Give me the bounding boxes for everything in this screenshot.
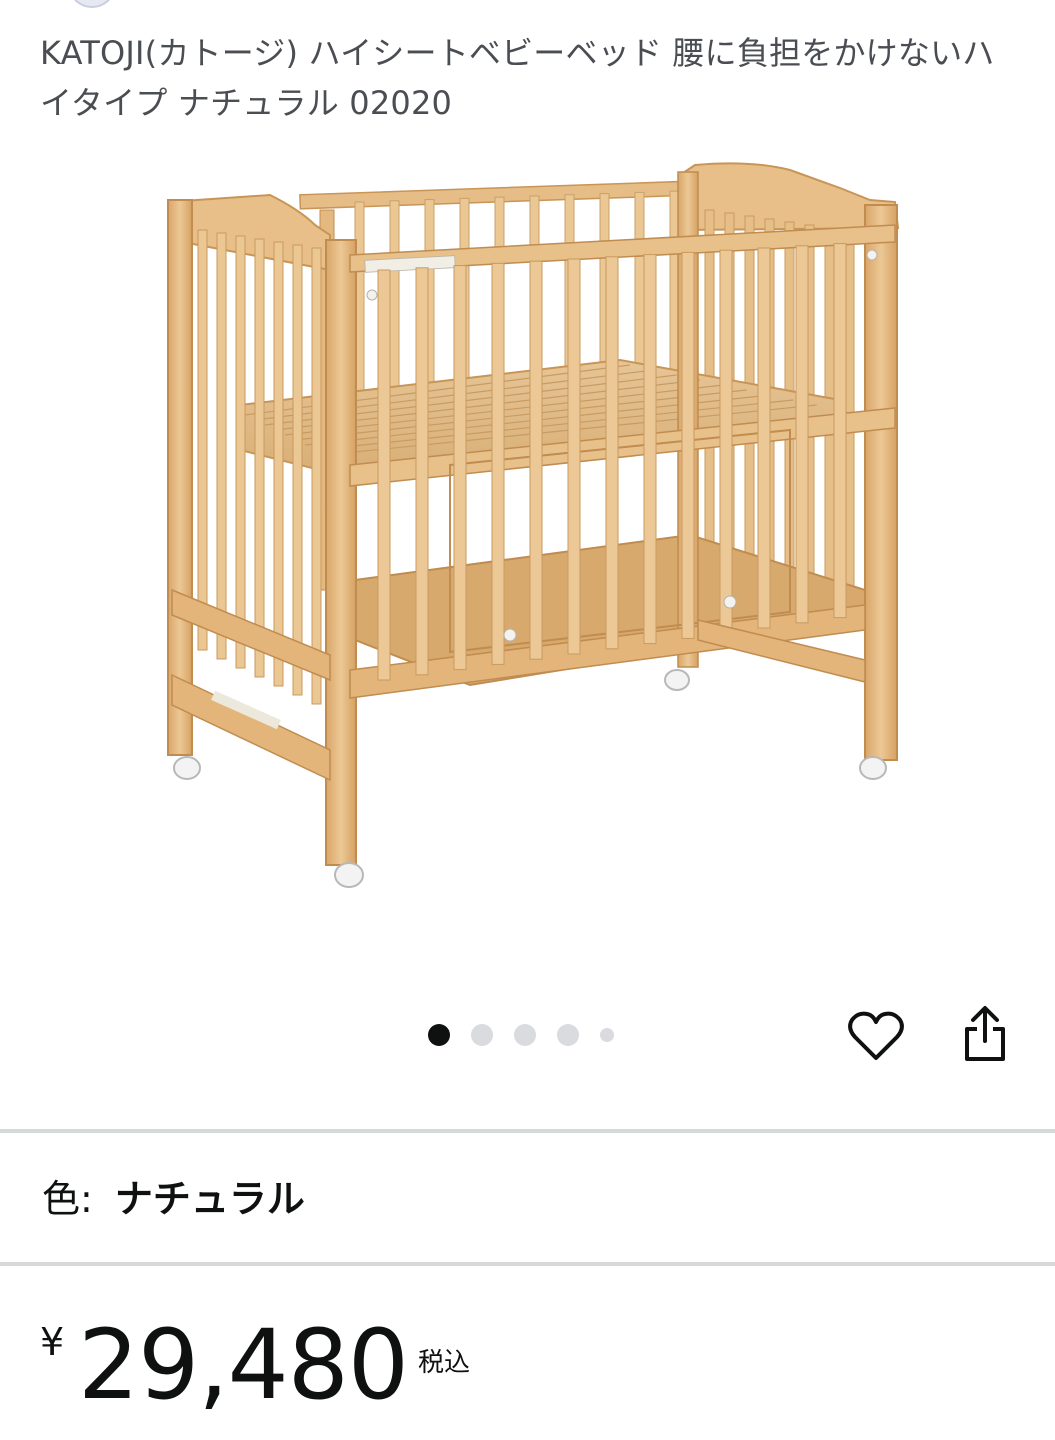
- share-upload-icon: [961, 1005, 1009, 1067]
- tax-included-note: 税込: [418, 1348, 471, 1378]
- product-page: KATOJI(カトージ) ハイシートベビーベッド 腰に負担をかけないハイタイプ …: [0, 0, 1055, 1440]
- carousel-dot[interactable]: [471, 1024, 493, 1046]
- carousel-dot[interactable]: [514, 1024, 536, 1046]
- price-currency: ¥: [40, 1320, 65, 1364]
- color-label: 色:: [42, 1177, 93, 1221]
- product-image[interactable]: [150, 150, 920, 900]
- section-divider: [0, 1129, 1055, 1133]
- like-button[interactable]: [846, 1009, 906, 1069]
- carousel-dot[interactable]: [428, 1024, 450, 1046]
- carousel-dot[interactable]: [600, 1028, 614, 1042]
- avatar: [70, 0, 114, 8]
- crib-illustration: [166, 162, 900, 888]
- price-amount: 29,480: [78, 1309, 409, 1421]
- carousel-dot[interactable]: [557, 1024, 579, 1046]
- heart-outline-icon: [847, 1011, 905, 1067]
- color-value: ナチュラル: [114, 1177, 305, 1221]
- section-divider: [0, 1262, 1055, 1266]
- share-button[interactable]: [955, 1006, 1015, 1066]
- product-title: KATOJI(カトージ) ハイシートベビーベッド 腰に負担をかけないハイタイプ …: [40, 34, 995, 122]
- image-carousel-dots: [428, 1023, 635, 1047]
- color-variation[interactable]: 色: ナチュラル: [42, 1172, 305, 1226]
